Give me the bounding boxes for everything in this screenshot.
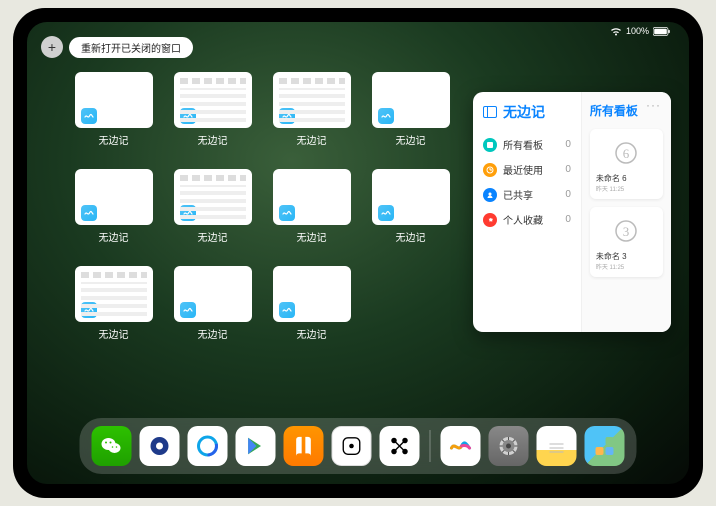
board-card[interactable]: 3 未命名 3昨天 11:25 <box>590 207 663 277</box>
sidebar-item-label: 个人收藏 <box>503 212 565 227</box>
stage-window[interactable]: ··· 无边记 所有看板0最近使用0已共享0个人收藏0 所有看板 6未命名 6昨… <box>473 92 671 332</box>
window-thumbnail <box>75 169 153 225</box>
reopen-closed-window-button[interactable]: 重新打开已关闭的窗口 <box>69 37 193 58</box>
window-label: 无边记 <box>297 326 327 341</box>
battery-pct: 100% <box>626 26 649 36</box>
window-label: 无边记 <box>396 229 426 244</box>
dock-separator <box>430 430 431 462</box>
status-bar: 100% <box>610 26 671 36</box>
window-label: 无边记 <box>198 326 228 341</box>
wechat-icon[interactable] <box>92 426 132 466</box>
board-thumbnail: 6 <box>596 135 657 171</box>
books-icon[interactable] <box>284 426 324 466</box>
freeform-app-icon <box>378 205 394 221</box>
sidebar-item-icon <box>483 138 497 152</box>
sidebar-item-count: 0 <box>565 189 571 200</box>
sidebar-item-icon <box>483 163 497 177</box>
app-window[interactable]: 无边记 <box>368 169 453 244</box>
notes-icon[interactable] <box>537 426 577 466</box>
app-switcher-grid: 无边记无边记无边记无边记无边记无边记无边记无边记无边记无边记无边记 <box>71 72 453 341</box>
stage-content: 所有看板 6未命名 6昨天 11:253未命名 3昨天 11:25 <box>582 92 671 332</box>
wifi-icon <box>610 27 622 36</box>
freeform-icon[interactable] <box>441 426 481 466</box>
svg-text:3: 3 <box>623 224 630 239</box>
sidebar-item[interactable]: 个人收藏0 <box>483 207 571 232</box>
freeform-app-icon <box>279 302 295 318</box>
sidebar-item[interactable]: 最近使用0 <box>483 157 571 182</box>
screen: 100% + 重新打开已关闭的窗口 无边记无边记无边记无边记无边记无边记无边记无… <box>27 22 689 484</box>
top-controls: + 重新打开已关闭的窗口 <box>41 36 193 58</box>
app-window[interactable]: 无边记 <box>71 266 156 341</box>
window-label: 无边记 <box>297 229 327 244</box>
stage-title: 无边记 <box>503 102 545 122</box>
window-thumbnail <box>174 169 252 225</box>
app-library-icon[interactable] <box>585 426 625 466</box>
svg-text:6: 6 <box>623 146 630 161</box>
sidebar-item-icon <box>483 213 497 227</box>
sidebar-item-count: 0 <box>565 139 571 150</box>
freeform-app-icon <box>81 108 97 124</box>
playstore-icon[interactable] <box>236 426 276 466</box>
dock <box>80 418 637 474</box>
sidebar-item-label: 所有看板 <box>503 137 565 152</box>
ipad-device: 100% + 重新打开已关闭的窗口 无边记无边记无边记无边记无边记无边记无边记无… <box>13 8 703 498</box>
board-card[interactable]: 6 未命名 6昨天 11:25 <box>590 129 663 199</box>
freeform-app-icon <box>180 108 196 124</box>
window-thumbnail <box>75 266 153 322</box>
qqbrowser-icon[interactable] <box>188 426 228 466</box>
board-date: 昨天 11:25 <box>596 262 657 271</box>
app-window[interactable]: 无边记 <box>269 266 354 341</box>
sidebar-item-count: 0 <box>565 164 571 175</box>
app-window[interactable]: 无边记 <box>170 72 255 147</box>
game-icon[interactable] <box>332 426 372 466</box>
window-thumbnail <box>174 266 252 322</box>
sidebar-toggle-icon[interactable] <box>483 106 497 118</box>
board-name: 未命名 3 <box>596 251 657 262</box>
board-name: 未命名 6 <box>596 173 657 184</box>
app-window[interactable]: 无边记 <box>71 72 156 147</box>
stage-sidebar: 无边记 所有看板0最近使用0已共享0个人收藏0 <box>473 92 582 332</box>
window-thumbnail <box>372 169 450 225</box>
window-thumbnail <box>273 169 351 225</box>
sidebar-item[interactable]: 所有看板0 <box>483 132 571 157</box>
more-icon[interactable]: ··· <box>646 98 661 112</box>
freeform-app-icon <box>279 205 295 221</box>
window-label: 无边记 <box>198 132 228 147</box>
freeform-app-icon <box>81 205 97 221</box>
window-label: 无边记 <box>297 132 327 147</box>
battery-icon <box>653 27 671 36</box>
app-window[interactable]: 无边记 <box>269 72 354 147</box>
window-label: 无边记 <box>99 132 129 147</box>
window-thumbnail <box>75 72 153 128</box>
app-window[interactable]: 无边记 <box>368 72 453 147</box>
board-thumbnail: 3 <box>596 213 657 249</box>
freeform-app-icon <box>81 302 97 318</box>
app-window[interactable]: 无边记 <box>170 266 255 341</box>
sidebar-item[interactable]: 已共享0 <box>483 182 571 207</box>
app-window[interactable]: 无边记 <box>71 169 156 244</box>
settings-icon[interactable] <box>489 426 529 466</box>
sidebar-item-icon <box>483 188 497 202</box>
add-window-button[interactable]: + <box>41 36 63 58</box>
window-label: 无边记 <box>99 326 129 341</box>
freeform-app-icon <box>180 205 196 221</box>
sidebar-item-label: 已共享 <box>503 187 565 202</box>
freeform-app-icon <box>279 108 295 124</box>
app-window[interactable]: 无边记 <box>170 169 255 244</box>
window-thumbnail <box>174 72 252 128</box>
sidebar-item-count: 0 <box>565 214 571 225</box>
window-label: 无边记 <box>396 132 426 147</box>
freeform-app-icon <box>180 302 196 318</box>
window-thumbnail <box>372 72 450 128</box>
app-window[interactable]: 无边记 <box>269 169 354 244</box>
window-label: 无边记 <box>99 229 129 244</box>
board-date: 昨天 11:25 <box>596 184 657 193</box>
nodes-icon[interactable] <box>380 426 420 466</box>
sidebar-item-label: 最近使用 <box>503 162 565 177</box>
window-thumbnail <box>273 72 351 128</box>
window-label: 无边记 <box>198 229 228 244</box>
freeform-app-icon <box>378 108 394 124</box>
window-thumbnail <box>273 266 351 322</box>
quark-icon[interactable] <box>140 426 180 466</box>
